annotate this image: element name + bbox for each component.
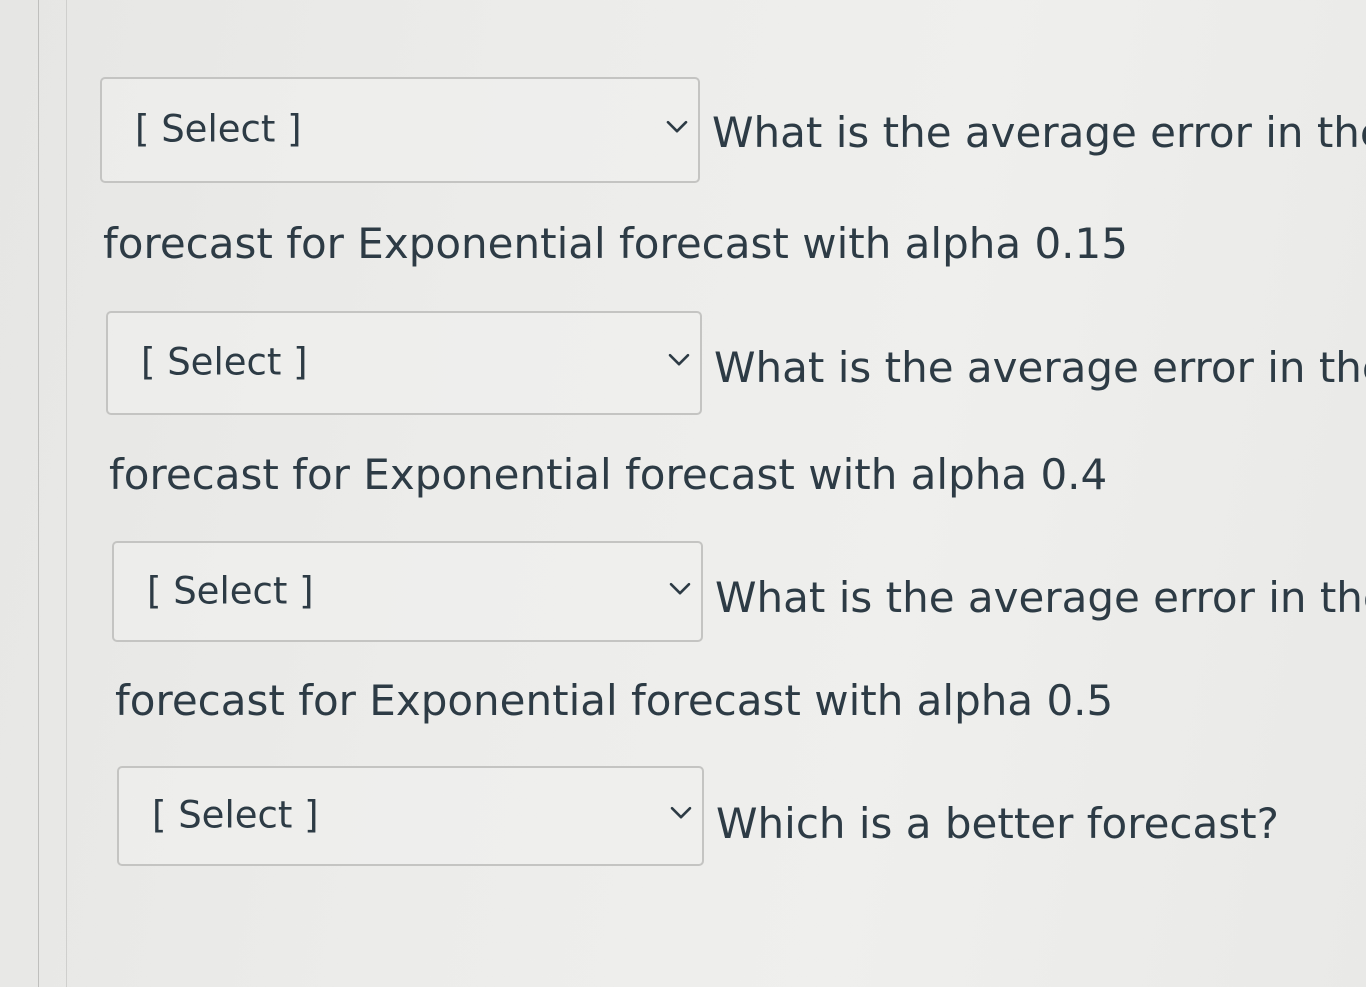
page-left-border	[38, 0, 39, 987]
select-value: [ Select ]	[135, 107, 302, 151]
answer-select-4[interactable]: [ Select ]	[117, 766, 704, 866]
answer-select-1[interactable]: [ Select ]	[100, 77, 700, 183]
select-value: [ Select ]	[147, 569, 314, 613]
chevron-down-icon	[666, 120, 688, 133]
question-prompt-4: Which is a better forecast?	[716, 799, 1279, 848]
select-value: [ Select ]	[141, 340, 308, 384]
answer-select-3[interactable]: [ Select ]	[112, 541, 703, 642]
question-continuation-2: forecast for Exponential forecast with a…	[109, 450, 1108, 499]
question-prompt-3: What is the average error in the	[715, 573, 1366, 622]
question-prompt-1: What is the average error in the	[712, 108, 1366, 157]
chevron-down-icon	[669, 582, 691, 595]
chevron-down-icon	[668, 353, 690, 366]
chevron-down-icon	[670, 806, 692, 819]
content-left-border	[66, 0, 67, 987]
question-continuation-3: forecast for Exponential forecast with a…	[115, 676, 1114, 725]
question-prompt-2: What is the average error in the	[714, 343, 1366, 392]
select-value: [ Select ]	[152, 793, 319, 837]
question-continuation-1: forecast for Exponential forecast with a…	[103, 219, 1128, 268]
answer-select-2[interactable]: [ Select ]	[106, 311, 702, 415]
